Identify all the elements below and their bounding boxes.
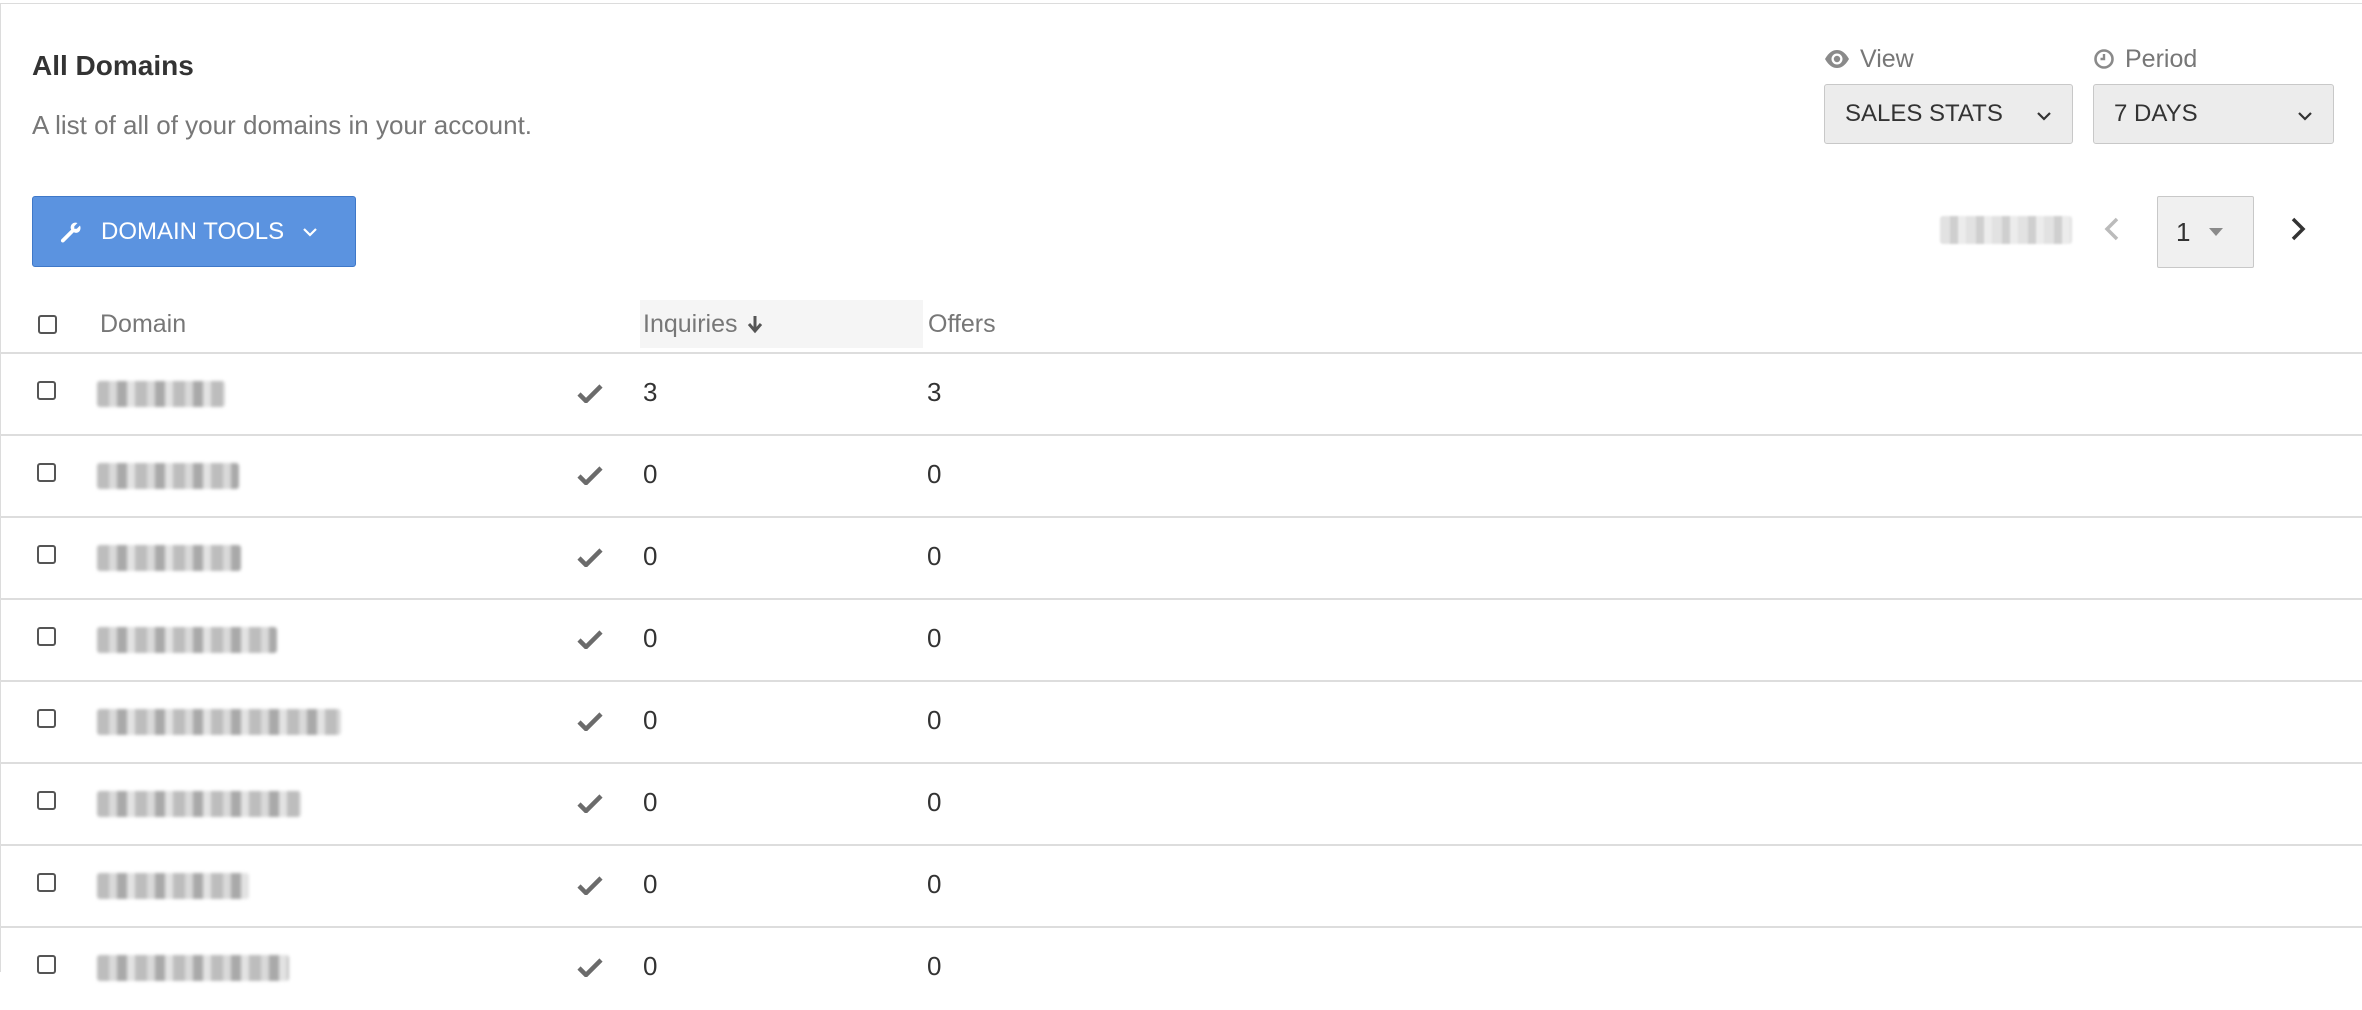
period-select[interactable]: 7 DAYS [2093,84,2334,144]
offers-count: 0 [927,787,942,817]
table-row: 3 3 [0,354,2362,436]
chevron-down-icon [302,227,318,237]
table-row: 0 0 [0,928,2362,1010]
row-checkbox[interactable] [37,463,56,482]
row-checkbox[interactable] [37,627,56,646]
chevron-left-icon [2104,217,2120,246]
row-checkbox[interactable] [37,381,56,400]
check-icon [577,875,603,895]
table-row: 0 0 [0,518,2362,600]
inquiries-count: 0 [643,623,658,653]
clock-icon [2093,48,2115,70]
period-filter: Period 7 DAYS [2093,44,2334,144]
period-filter-label: Period [2125,44,2198,73]
table-row: 0 0 [0,600,2362,682]
inquiries-count: 0 [643,705,658,735]
domain-tools-label: DOMAIN TOOLS [101,217,285,245]
inquiries-count: 0 [643,951,658,981]
table-row: 0 0 [0,846,2362,928]
table-row: 0 0 [0,436,2362,518]
domain-name[interactable] [97,381,225,407]
chevron-right-icon [2290,217,2306,246]
view-select[interactable]: SALES STATS [1824,84,2073,144]
check-icon [577,383,603,403]
domain-name[interactable] [97,955,289,981]
pagination-summary [1940,216,2072,244]
caret-down-icon [2208,227,2224,237]
domain-name[interactable] [97,791,301,817]
column-header-inquiries[interactable]: Inquiries [640,300,923,348]
period-select-value: 7 DAYS [2114,100,2198,127]
offers-count: 0 [927,705,942,735]
inquiries-count: 3 [643,377,658,407]
offers-count: 0 [927,541,942,571]
column-header-inquiries-label: Inquiries [643,309,738,338]
previous-page-button[interactable] [2098,214,2126,248]
offers-count: 0 [927,459,942,489]
table-row: 0 0 [0,764,2362,846]
inquiries-count: 0 [643,787,658,817]
row-checkbox[interactable] [37,791,56,810]
domain-name[interactable] [97,873,249,899]
inquiries-count: 0 [643,459,658,489]
page-select[interactable]: 1 [2157,196,2254,268]
page-subtitle: A list of all of your domains in your ac… [32,110,533,140]
offers-count: 0 [927,869,942,899]
view-filter: View SALES STATS [1824,44,2073,144]
inquiries-count: 0 [643,541,658,571]
inquiries-count: 0 [643,869,658,899]
offers-count: 0 [927,623,942,653]
view-filter-label-row: View [1824,44,2073,74]
wrench-icon [59,220,83,244]
row-checkbox[interactable] [37,709,56,728]
domain-name[interactable] [97,463,239,489]
check-icon [577,957,603,977]
domain-name[interactable] [97,627,277,653]
check-icon [577,711,603,731]
offers-count: 3 [927,377,942,407]
check-icon [577,465,603,485]
column-header-domain[interactable]: Domain [100,300,186,348]
column-header-offers[interactable]: Offers [928,300,996,348]
page-title: All Domains [32,50,194,81]
chevron-down-icon [2297,100,2313,128]
table-header: Domain Inquiries Offers [0,300,2362,354]
view-filter-label: View [1860,44,1914,73]
row-checkbox[interactable] [37,873,56,892]
page-select-value: 1 [2176,216,2191,247]
table-row: 0 0 [0,682,2362,764]
domain-tools-button[interactable]: DOMAIN TOOLS [32,196,356,267]
next-page-button[interactable] [2284,214,2312,248]
check-icon [577,629,603,649]
domain-name[interactable] [97,709,341,735]
chevron-down-icon [2036,100,2052,128]
offers-count: 0 [927,951,942,981]
sort-descending-icon [747,316,762,334]
select-all-cell [38,300,57,348]
domain-name[interactable] [97,545,241,571]
eye-icon [1824,49,1850,69]
select-all-checkbox[interactable] [38,314,57,334]
row-checkbox[interactable] [37,545,56,564]
view-select-value: SALES STATS [1845,100,2003,127]
check-icon [577,547,603,567]
row-checkbox[interactable] [37,955,56,974]
check-icon [577,793,603,813]
period-filter-label-row: Period [2093,44,2334,74]
